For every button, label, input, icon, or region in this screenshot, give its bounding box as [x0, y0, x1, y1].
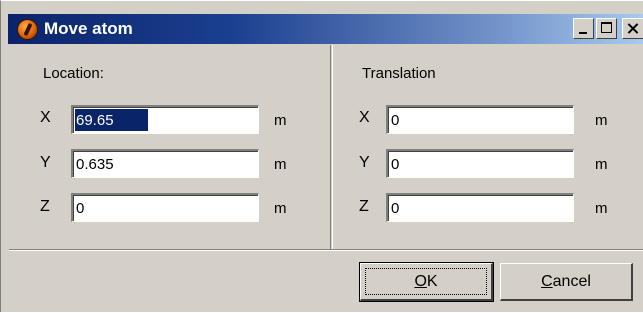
translation-z-field[interactable]: [386, 193, 574, 222]
ok-mnemonic: O: [414, 272, 427, 290]
translation-x-input[interactable]: [390, 109, 571, 131]
dialog-body: Location: X m Y m Z m Translation X: [9, 45, 643, 313]
translation-z-unit: m: [595, 200, 608, 217]
location-y-unit: m: [274, 156, 287, 173]
translation-x-unit: m: [595, 112, 608, 129]
location-title: Location:: [43, 65, 104, 82]
location-y-label: Y: [40, 154, 51, 171]
translation-group: Translation X m Y m Z m: [332, 45, 643, 249]
translation-title: Translation: [362, 65, 436, 82]
ok-button[interactable]: OK: [359, 262, 494, 302]
button-area-divider: [9, 249, 643, 251]
location-x-label: X: [40, 109, 51, 126]
cancel-label-rest: ancel: [552, 272, 591, 290]
translation-y-unit: m: [595, 156, 608, 173]
translation-x-field[interactable]: [386, 105, 574, 134]
minimize-button[interactable]: [573, 18, 594, 39]
move-atom-dialog: Move atom Location: X m Y m Z m: [0, 0, 643, 312]
location-x-unit: m: [274, 112, 287, 129]
app-logo-icon: [17, 19, 38, 40]
translation-y-label: Y: [359, 154, 370, 171]
translation-y-field[interactable]: [386, 149, 574, 178]
window-title: Move atom: [44, 19, 133, 38]
translation-z-label: Z: [359, 198, 369, 215]
location-x-input[interactable]: [75, 109, 148, 131]
location-group: Location: X m Y m Z m: [9, 45, 331, 249]
cancel-mnemonic: C: [541, 272, 553, 290]
title-bar[interactable]: Move atom: [8, 14, 643, 44]
location-z-unit: m: [274, 200, 287, 217]
location-z-label: Z: [40, 198, 50, 215]
cancel-button[interactable]: Cancel: [500, 263, 633, 301]
location-x-field[interactable]: [71, 105, 259, 134]
translation-z-input[interactable]: [390, 197, 571, 219]
close-button[interactable]: [622, 18, 643, 39]
translation-x-label: X: [359, 109, 370, 126]
maximize-button[interactable]: [596, 18, 617, 39]
location-z-input[interactable]: [75, 197, 256, 219]
translation-y-input[interactable]: [390, 153, 571, 175]
ok-label-rest: K: [426, 272, 438, 290]
location-y-input[interactable]: [75, 153, 256, 175]
location-y-field[interactable]: [71, 149, 259, 178]
location-z-field[interactable]: [71, 193, 259, 222]
